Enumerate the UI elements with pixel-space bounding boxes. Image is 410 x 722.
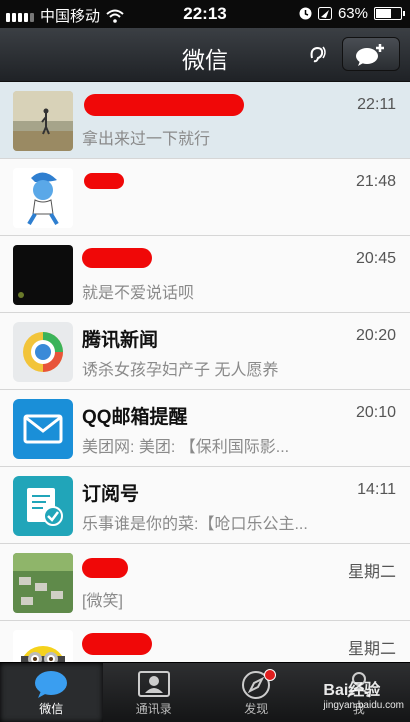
stepping-stones-photo-icon: [13, 553, 73, 613]
chat-time: 20:10: [355, 404, 396, 421]
battery-percent: 63%: [337, 5, 368, 22]
chat-preview: 就是不爱说话呗: [82, 285, 195, 302]
redaction-mark: [84, 94, 244, 116]
chat-time: 星期二: [347, 564, 396, 581]
avatar: [13, 553, 73, 613]
watermark-url: jingyan.baidu.com: [323, 700, 404, 711]
chat-row[interactable]: QQ邮箱提醒 20:10 美团网: 美团: 【保利国际影...: [0, 390, 410, 467]
tab-label: 微信: [39, 702, 64, 716]
chat-time: 20:45: [355, 250, 396, 267]
new-chat-button[interactable]: [342, 37, 400, 71]
redaction-mark: [82, 633, 152, 655]
chat-row[interactable]: 22:11 拿出来过一下就行: [0, 82, 410, 159]
notification-badge: [264, 669, 277, 681]
redaction-mark: [84, 173, 124, 189]
avatar: [13, 91, 73, 151]
redaction-mark: [82, 558, 128, 578]
tab-label: 发现: [244, 702, 269, 716]
beach-photo-avatar-icon: [13, 91, 73, 151]
mail-icon: [13, 399, 73, 459]
chat-row[interactable]: 21:48: [0, 159, 410, 236]
chat-preview: [微笑]: [82, 593, 123, 610]
contacts-icon: [137, 671, 170, 697]
battery-icon: [374, 7, 405, 20]
tab-contacts[interactable]: 通讯录: [103, 663, 206, 722]
chat-row[interactable]: 订阅号 14:11 乐事谁是你的菜:【呛口乐公主...: [0, 467, 410, 544]
chat-row[interactable]: 20:45 就是不爱说话呗: [0, 236, 410, 313]
dark-photo-avatar-icon: [13, 245, 73, 305]
watermark-brand: Bai经验: [323, 682, 381, 699]
chat-time: 22:11: [357, 96, 396, 113]
chat-row[interactable]: 星期二 [微笑]: [0, 544, 410, 621]
chat-name: 腾讯新闻: [82, 330, 159, 351]
chat-preview: 美团网: 美团: 【保利国际影...: [82, 439, 290, 456]
tab-label: 通讯录: [135, 702, 172, 716]
smurf-avatar-icon: [13, 168, 73, 228]
minion-avatar-icon: [13, 630, 73, 662]
chat-time: 21:48: [355, 173, 396, 190]
tab-chats[interactable]: 微信: [0, 663, 103, 722]
chat-preview: 乐事谁是你的菜:【呛口乐公主...: [82, 516, 308, 533]
chat-time: 14:11: [357, 481, 396, 498]
status-right: 63%: [299, 5, 405, 22]
chat-bubble-icon: [35, 671, 68, 698]
chat-name: 订阅号: [82, 484, 140, 505]
chat-row[interactable]: 星期二: [0, 621, 410, 662]
chat-name: QQ邮箱提醒: [82, 407, 188, 428]
nav-bar: 微信: [0, 28, 410, 82]
avatar: [13, 322, 73, 382]
clock-icon: [299, 7, 312, 20]
subscription-icon: [13, 476, 73, 536]
avatar: [13, 245, 73, 305]
avatar: [13, 476, 73, 536]
earpiece-mode-icon[interactable]: [306, 43, 328, 65]
redaction-mark: [82, 248, 152, 268]
watermark: Bai经验 jingyan.baidu.com: [323, 676, 404, 711]
chat-preview: 拿出来过一下就行: [82, 131, 211, 148]
chat-preview: 诱杀女孩孕妇产子 无人愿养: [82, 362, 279, 379]
chat-list[interactable]: 22:11 拿出来过一下就行 21:48 20:45 就是不爱说话呗 腾讯新闻 …: [0, 82, 410, 662]
add-chat-icon: [356, 44, 384, 66]
chat-row[interactable]: 腾讯新闻 20:20 诱杀女孩孕妇产子 无人愿养: [0, 313, 410, 390]
chat-time: 20:20: [355, 327, 396, 344]
tab-discover[interactable]: 发现: [205, 663, 308, 722]
tencent-news-icon: [13, 322, 73, 382]
avatar: [13, 630, 73, 662]
avatar: [13, 399, 73, 459]
status-bar: 中国移动 22:13 63%: [0, 0, 410, 28]
avatar: [13, 168, 73, 228]
location-arrow-icon: [317, 7, 332, 20]
chat-time: 星期二: [347, 641, 396, 658]
